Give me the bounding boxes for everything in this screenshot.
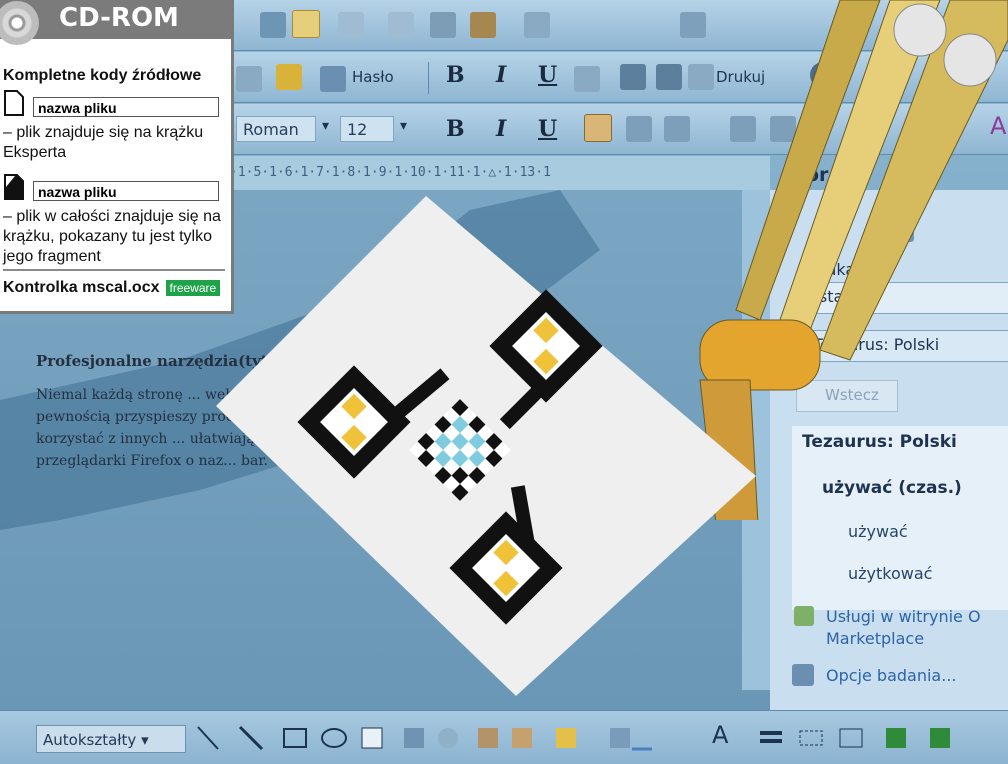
options-icon (792, 664, 814, 686)
cdrom-title: CD-ROM (59, 3, 179, 33)
services-link[interactable]: Usługi w witrynie O Marketplace (826, 606, 1006, 650)
envelope-icon[interactable] (236, 66, 262, 92)
italic-button[interactable]: I (496, 62, 506, 88)
research-options-link[interactable]: Opcje badania... (826, 666, 957, 685)
result-item[interactable]: użytkować (848, 564, 932, 583)
partial-file-icon (4, 174, 24, 200)
password-icon (320, 66, 346, 92)
drawing-toolbar: Autokształty ▾ A (0, 710, 1008, 764)
logo-diamond (216, 196, 756, 696)
file-icon (4, 90, 24, 116)
file-name-label: nazwa pliku (33, 97, 219, 117)
oval-tool-icon[interactable] (321, 728, 347, 748)
arrow-tool-icon[interactable] (238, 725, 264, 751)
underline-button[interactable]: U (538, 62, 557, 88)
diagram-icon[interactable] (438, 728, 458, 748)
file-legend-row: nazwa pliku (3, 174, 223, 201)
undo-icon[interactable] (524, 12, 550, 38)
line-color-icon[interactable] (610, 728, 630, 748)
rectangle-tool-icon[interactable] (283, 728, 307, 748)
font-name-combo[interactable]: Roman (236, 116, 316, 142)
file-name-label: nazwa pliku (33, 181, 219, 201)
cdrom-header: CD-ROM (0, 0, 231, 45)
clipart-icon[interactable] (478, 728, 498, 748)
control-name: Kontrolka mscal.ocx (3, 279, 160, 296)
spellcheck-icon[interactable] (260, 12, 286, 38)
clear-format-icon[interactable] (574, 66, 600, 92)
cdrom-heading: Kompletne kody źródłowe (3, 67, 202, 84)
italic-button[interactable]: I (496, 116, 506, 142)
pen-icon[interactable] (276, 64, 302, 90)
align-left-icon[interactable] (584, 114, 612, 142)
dash-style-icon[interactable] (799, 730, 823, 746)
control-entry: Kontrolka mscal.ocx freeware (3, 279, 221, 297)
cut-icon[interactable] (338, 12, 364, 38)
divider (3, 269, 225, 271)
services-icon (794, 606, 814, 626)
textbox-tool-icon[interactable] (361, 727, 383, 749)
format-painter-icon[interactable] (470, 12, 496, 38)
file-description: – plik w całości znajduje się na krążku,… (3, 208, 221, 265)
separator (428, 62, 429, 94)
drawing-tools (197, 725, 950, 751)
file-description: – plik znajduje się na krążku Eksperta (3, 124, 204, 161)
underline-button[interactable]: U (538, 116, 557, 142)
picture-icon[interactable] (512, 728, 532, 748)
copy-icon[interactable] (388, 12, 414, 38)
result-item[interactable]: używać (848, 522, 908, 541)
chevron-down-icon[interactable]: ▾ (322, 118, 329, 134)
shadow-style-icon[interactable] (886, 728, 906, 748)
font-color-button[interactable]: A (712, 721, 728, 749)
file-legend-row: nazwa pliku (3, 90, 223, 117)
arrow-style-icon[interactable] (839, 728, 863, 748)
chevron-down-icon[interactable]: ▾ (400, 118, 407, 134)
freeware-badge: freeware (165, 279, 221, 296)
wordart-icon[interactable] (404, 728, 424, 748)
research-icon[interactable] (292, 10, 320, 38)
fill-color-icon[interactable] (556, 728, 576, 748)
bold-button[interactable]: B (446, 62, 465, 88)
font-size-combo[interactable]: 12 (340, 116, 394, 142)
paste-icon[interactable] (430, 12, 456, 38)
cd-disc-icon (0, 1, 39, 45)
cdrom-info-box: CD-ROM Kompletne kody źródłowe nazwa pli… (0, 0, 234, 314)
3d-style-icon[interactable] (930, 728, 950, 748)
password-button[interactable]: Hasło (352, 68, 394, 86)
line-style-icon[interactable] (760, 731, 782, 735)
bold-button[interactable]: B (446, 116, 465, 142)
line-tool-icon[interactable] (197, 726, 219, 750)
